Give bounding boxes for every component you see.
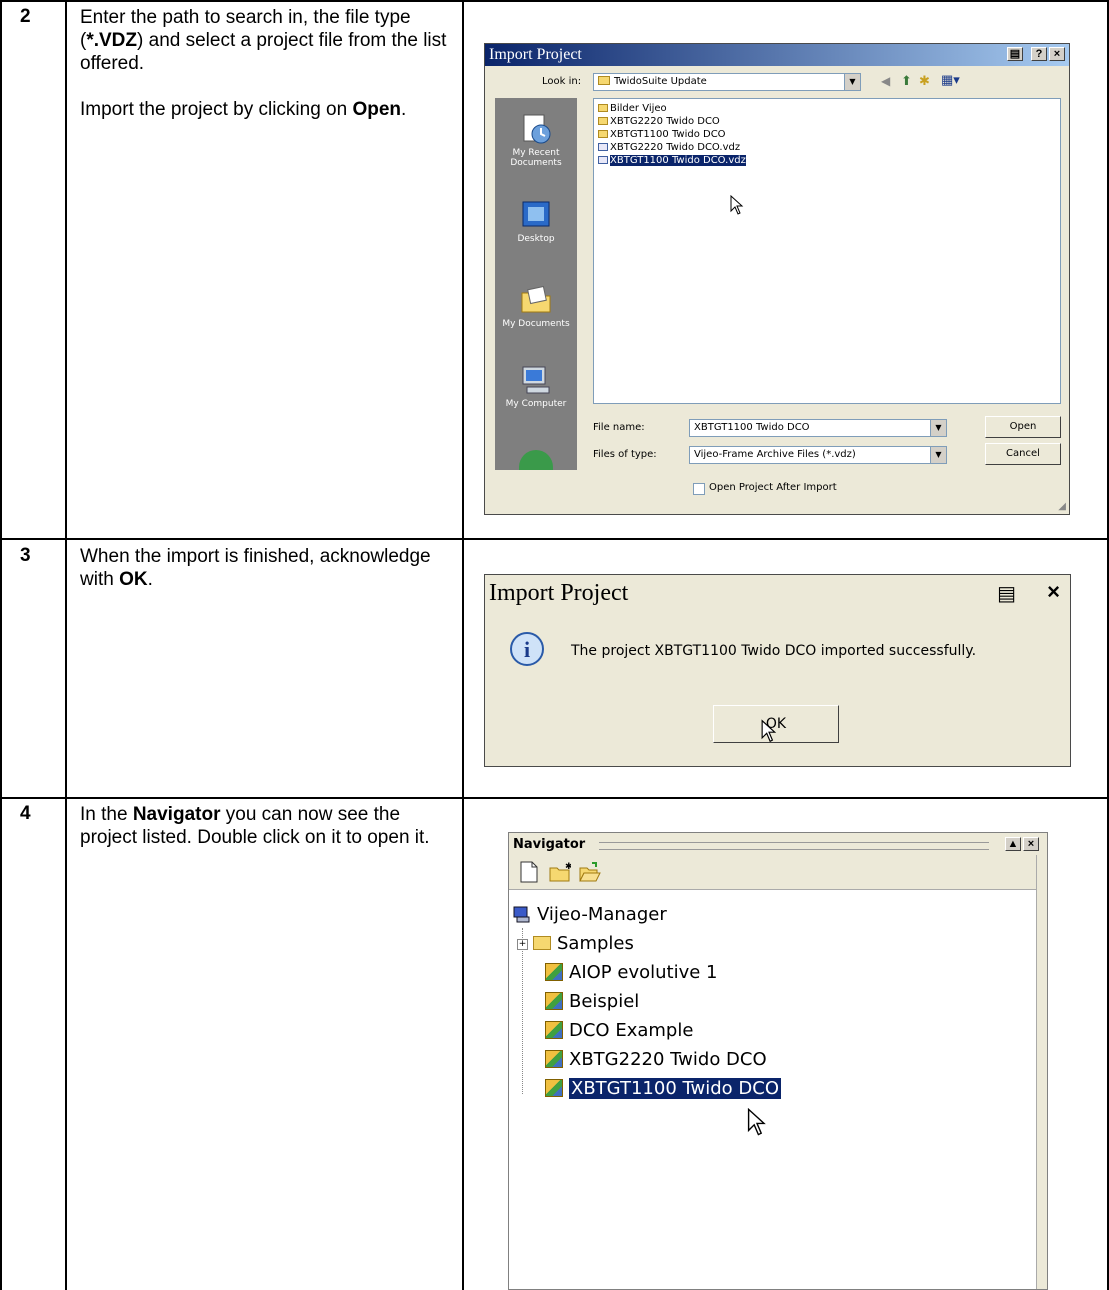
- places-my-documents[interactable]: My Documents: [495, 283, 577, 329]
- grip-lines: [599, 842, 989, 850]
- recent-documents-icon: [523, 114, 551, 144]
- new-folder-icon[interactable]: ✱: [549, 861, 571, 883]
- svg-text:i: i: [524, 637, 530, 662]
- file-name-input[interactable]: XBTGT1100 Twido DCO ▼: [689, 419, 947, 437]
- help-button[interactable]: ?: [1031, 47, 1047, 61]
- file-icon: [598, 156, 608, 164]
- chevron-down-icon: ▼: [930, 420, 946, 436]
- info-icon: i: [510, 632, 544, 666]
- open-button[interactable]: Open: [985, 416, 1061, 438]
- print-icon[interactable]: ▤: [1007, 47, 1023, 61]
- success-message: The project XBTGT1100 Twido DCO imported…: [571, 643, 977, 659]
- step-2-instructions: Enter the path to search in, the file ty…: [80, 7, 447, 120]
- table-row-divider-2: [0, 797, 1109, 799]
- file-type-select[interactable]: Vijeo-Frame Archive Files (*.vdz) ▼: [689, 446, 947, 464]
- list-item-selected[interactable]: XBTGT1100 Twido DCO.vdz: [598, 154, 747, 167]
- navigator-title: Navigator: [513, 837, 586, 852]
- step-3-instructions: When the import is finished, acknowledge…: [80, 546, 431, 590]
- close-button[interactable]: ×: [1049, 47, 1065, 61]
- dialog-title: Import Project: [489, 46, 582, 63]
- file-name-label: File name:: [593, 422, 645, 433]
- step-number-3: 3: [20, 545, 31, 566]
- open-folder-icon[interactable]: [579, 861, 601, 883]
- mouse-pointer-icon: [730, 195, 744, 215]
- project-icon: [545, 1079, 563, 1097]
- resize-grip-icon[interactable]: ◢: [1058, 501, 1066, 512]
- tree-item-project[interactable]: AIOP evolutive 1: [545, 962, 717, 983]
- file-type-label: Files of type:: [593, 449, 657, 460]
- file-icon: [598, 143, 608, 151]
- list-item[interactable]: XBTGT1100 Twido DCO: [598, 129, 726, 140]
- places-my-computer[interactable]: My Computer: [495, 363, 577, 409]
- step-4-instructions: In the Navigator you can now see the pro…: [80, 804, 430, 848]
- tree-item-project[interactable]: Beispiel: [545, 991, 639, 1012]
- new-file-icon[interactable]: [519, 861, 539, 883]
- folder-icon: [533, 936, 551, 950]
- table-border-top: [0, 0, 1109, 2]
- navigator-toolbar: ✱: [509, 855, 1047, 890]
- look-in-label: Look in:: [542, 76, 582, 87]
- my-documents-icon: [521, 285, 551, 313]
- dialog-titlebar: Import Project ▤ ? ×: [485, 44, 1069, 66]
- list-item[interactable]: XBTG2220 Twido DCO.vdz: [598, 142, 740, 153]
- step-number-2: 2: [20, 6, 31, 27]
- tree-item-project-selected[interactable]: XBTGT1100 Twido DCO: [545, 1077, 783, 1100]
- table-divider-col: [462, 0, 464, 1290]
- project-icon: [545, 1050, 563, 1068]
- file-list[interactable]: Bilder Vijeo XBTG2220 Twido DCO XBTGT110…: [593, 98, 1061, 404]
- chevron-down-icon: ▼: [930, 447, 946, 463]
- open-after-import-label: Open Project After Import: [709, 482, 837, 493]
- tree-item-project[interactable]: XBTG2220 Twido DCO: [545, 1049, 767, 1070]
- navigator-scrollbar[interactable]: [1036, 855, 1047, 1289]
- new-folder-icon[interactable]: ✱: [919, 73, 930, 89]
- folder-icon: [598, 104, 608, 112]
- places-bar: My Recent Documents Desktop My Documents…: [495, 98, 577, 470]
- desktop-icon: [522, 201, 550, 227]
- places-recent-documents[interactable]: My Recent Documents: [495, 112, 577, 168]
- back-icon[interactable]: ◀: [881, 74, 890, 88]
- svg-text:✱: ✱: [565, 861, 571, 871]
- table-border-left: [0, 0, 2, 1290]
- manager-icon: [513, 906, 530, 923]
- list-item[interactable]: Bilder Vijeo: [598, 103, 667, 114]
- mouse-pointer-icon: [747, 1108, 766, 1136]
- close-button[interactable]: ×: [1023, 837, 1039, 851]
- list-item[interactable]: XBTG2220 Twido DCO: [598, 116, 720, 127]
- print-icon[interactable]: ▤: [997, 581, 1016, 606]
- folder-icon: [598, 76, 610, 85]
- up-folder-icon[interactable]: ⬆: [901, 73, 912, 89]
- mouse-pointer-icon: [761, 719, 777, 743]
- navigator-panel: Navigator ▲ × ✱ Vijeo-Manager + Samples A…: [508, 832, 1048, 1290]
- places-network-icon[interactable]: [519, 450, 553, 470]
- tree-item-samples[interactable]: + Samples: [517, 933, 634, 954]
- chevron-down-icon: ▼: [844, 74, 860, 90]
- navigator-tree[interactable]: Vijeo-Manager + Samples AIOP evolutive 1 …: [509, 890, 1047, 1289]
- navigator-header: Navigator ▲ ×: [509, 833, 1047, 855]
- import-project-open-dialog: Import Project ▤ ? × Look in: TwidoSuite…: [484, 43, 1070, 515]
- table-divider-num: [65, 0, 67, 1290]
- my-computer-icon: [522, 366, 550, 394]
- project-icon: [545, 992, 563, 1010]
- table-row-divider-1: [0, 538, 1109, 540]
- tree-item-project[interactable]: DCO Example: [545, 1020, 693, 1041]
- open-after-import-checkbox[interactable]: [693, 483, 705, 495]
- folder-icon: [598, 130, 608, 138]
- step-number-4: 4: [20, 803, 31, 824]
- tree-root[interactable]: Vijeo-Manager: [513, 904, 667, 925]
- close-button[interactable]: ×: [1047, 579, 1060, 605]
- maximize-button[interactable]: ▲: [1005, 837, 1021, 851]
- view-menu-icon[interactable]: ▦▾: [941, 72, 960, 88]
- cancel-button[interactable]: Cancel: [985, 443, 1061, 465]
- look-in-combo[interactable]: TwidoSuite Update ▼: [593, 73, 861, 91]
- dialog-titlebar: Import Project ▤ ×: [485, 575, 1070, 611]
- project-icon: [545, 1021, 563, 1039]
- expand-plus-icon[interactable]: +: [517, 939, 528, 950]
- import-success-dialog: Import Project ▤ × i The project XBTGT11…: [484, 574, 1071, 767]
- places-desktop[interactable]: Desktop: [495, 198, 577, 244]
- folder-icon: [598, 117, 608, 125]
- dialog-title: Import Project: [489, 580, 629, 606]
- project-icon: [545, 963, 563, 981]
